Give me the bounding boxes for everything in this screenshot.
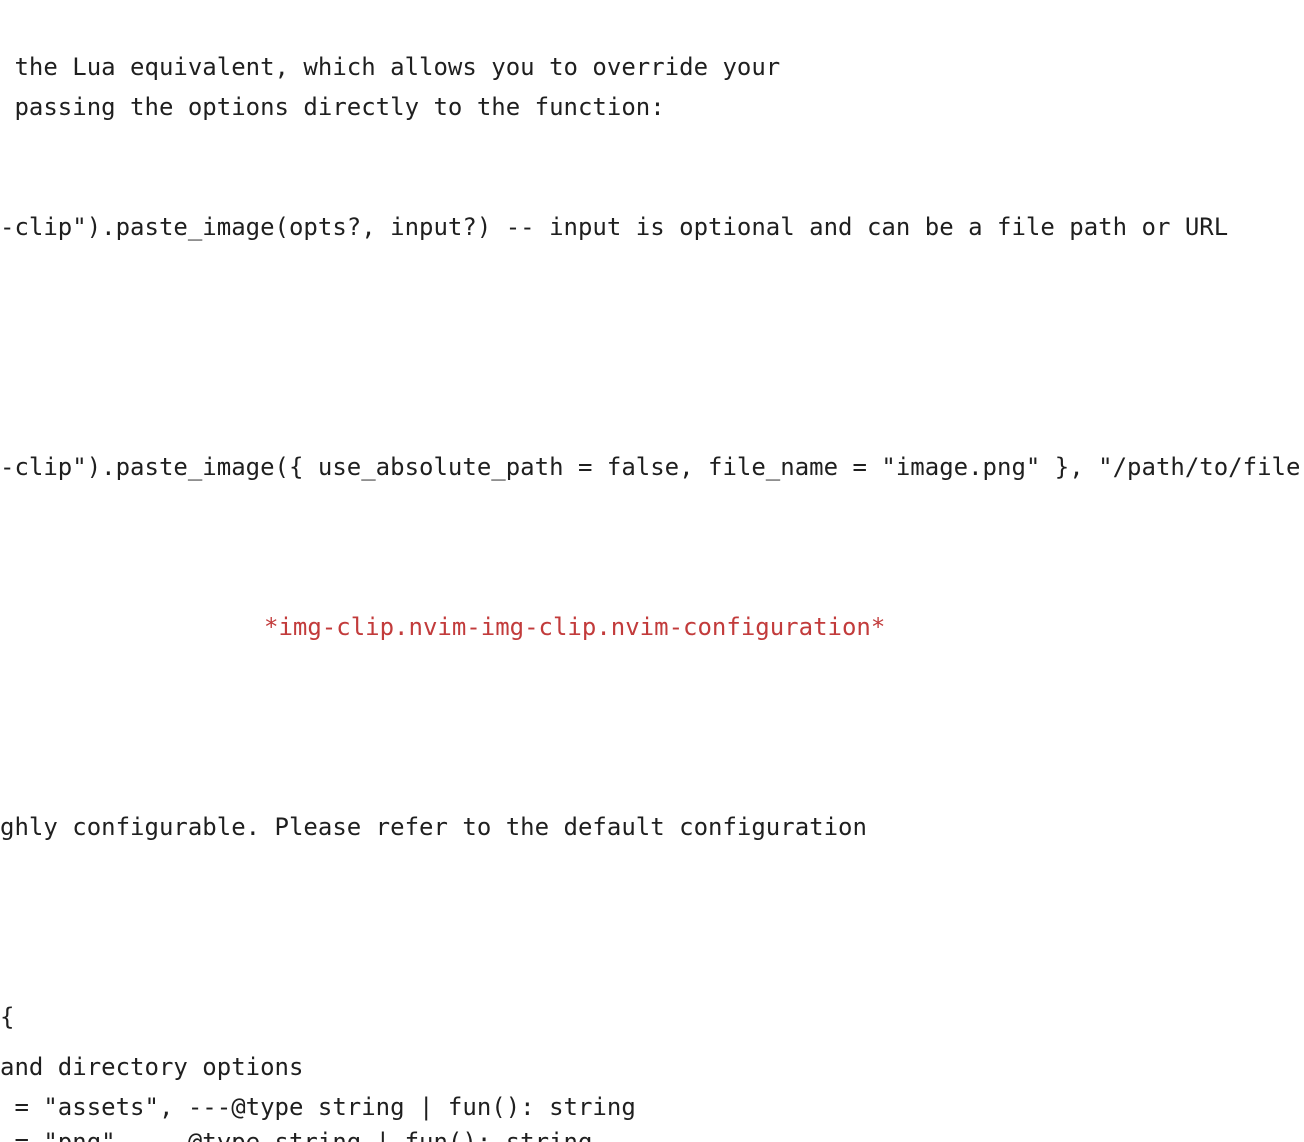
code-line-dir-path: = "assets", ---@type string | fun(): str… — [0, 1093, 636, 1121]
code-line-paste-image-signature: -clip").paste_image(opts?, input?) -- in… — [0, 213, 1229, 241]
code-line-paste-image-example: -clip").paste_image({ use_absolute_path … — [0, 453, 1304, 481]
help-document: the Lua equivalent, which allows you to … — [0, 0, 1304, 1142]
doc-line-1: the Lua equivalent, which allows you to … — [0, 53, 781, 81]
help-tag-configuration[interactable]: *img-clip.nvim-img-clip.nvim-configurati… — [264, 607, 885, 647]
code-line-brace: { — [0, 1003, 15, 1031]
doc-line-configurable: ghly configurable. Please refer to the d… — [0, 813, 867, 841]
doc-line-2: passing the options directly to the func… — [0, 93, 665, 121]
code-comment-file-directory: and directory options — [0, 1053, 304, 1081]
code-line-extension: = "png", ---@type string | fun(): string — [0, 1128, 593, 1142]
